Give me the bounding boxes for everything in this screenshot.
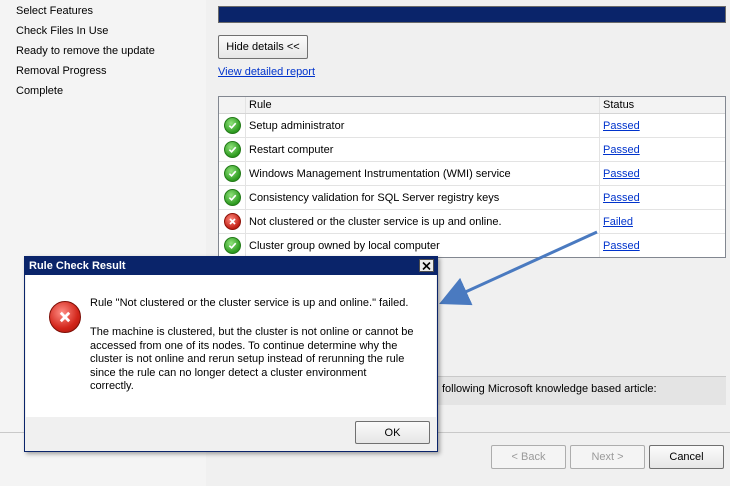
rule-name: Consistency validation for SQL Server re… [246,186,600,209]
table-row: Not clustered or the cluster service is … [219,210,725,234]
error-circle-icon [223,213,241,230]
dialog-title-bar: Rule Check Result [25,257,437,275]
cancel-button[interactable]: Cancel [649,445,724,469]
dialog-title: Rule Check Result [29,260,126,272]
dialog-message-line: Rule "Not clustered or the cluster servi… [90,297,409,309]
next-button[interactable]: Next > [570,445,645,469]
table-row: Consistency validation for SQL Server re… [219,186,725,210]
dialog-footer: OK [26,417,436,451]
rule-name: Windows Management Instrumentation (WMI)… [246,162,600,185]
check-circle-icon [223,141,241,158]
nav-item-select-features[interactable]: Select Features [16,5,93,17]
view-detailed-report-link[interactable]: View detailed report [218,66,315,78]
nav-item-check-files[interactable]: Check Files In Use [16,25,108,37]
nav-item-ready-to-remove[interactable]: Ready to remove the update [16,45,155,57]
table-row: Windows Management Instrumentation (WMI)… [219,162,725,186]
info-text: following Microsoft knowledge based arti… [442,383,657,395]
status-link[interactable]: Passed [603,168,640,180]
rule-check-result-dialog: Rule Check Result Rule "Not clustered or… [24,256,438,452]
nav-item-removal-progress[interactable]: Removal Progress [16,65,106,77]
check-circle-icon [223,237,241,254]
dialog-body: Rule "Not clustered or the cluster servi… [26,275,436,417]
nav-item-complete[interactable]: Complete [16,85,63,97]
rules-table: Rule Status Setup administrator Passed R… [218,96,726,258]
rule-name: Cluster group owned by local computer [246,234,600,257]
rule-name: Setup administrator [246,114,600,137]
check-circle-icon [223,189,241,206]
status-link[interactable]: Passed [603,120,640,132]
dialog-message-paragraph: The machine is clustered, but the cluste… [90,326,414,392]
status-link[interactable]: Passed [603,192,640,204]
back-button[interactable]: < Back [491,445,566,469]
status-link-failed[interactable]: Failed [603,216,633,228]
table-header: Rule Status [219,97,725,114]
table-row: Cluster group owned by local computer Pa… [219,234,725,257]
check-circle-icon [223,117,241,134]
column-header-rule[interactable]: Rule [246,97,600,113]
check-circle-icon [223,165,241,182]
info-area: following Microsoft knowledge based arti… [436,376,726,405]
progress-bar [218,6,726,23]
ok-button[interactable]: OK [355,421,430,444]
table-row: Setup administrator Passed [219,114,725,138]
rule-name: Not clustered or the cluster service is … [246,210,600,233]
table-row: Restart computer Passed [219,138,725,162]
error-icon [49,301,81,333]
hide-details-button[interactable]: Hide details << [218,35,308,59]
rule-name: Restart computer [246,138,600,161]
header-icon-column [219,97,246,113]
status-link[interactable]: Passed [603,144,640,156]
column-header-status[interactable]: Status [600,97,725,113]
close-icon[interactable] [419,259,434,272]
status-link[interactable]: Passed [603,240,640,252]
